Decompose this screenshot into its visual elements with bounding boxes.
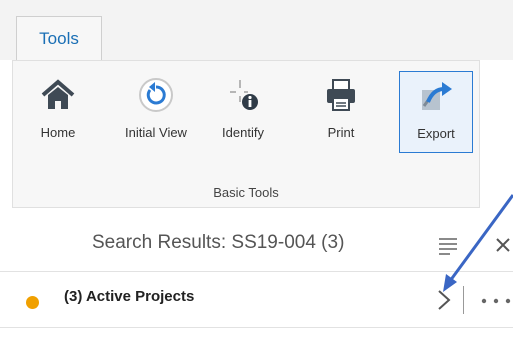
tab-tools-label: Tools [39,28,79,48]
identify-label: Identify [222,125,264,140]
initial-view-label: Initial View [125,125,187,140]
list-item[interactable]: (3) Active Projects [0,272,513,328]
home-icon [38,75,78,115]
group-label-basic-tools: Basic Tools [213,185,279,200]
close-icon[interactable] [494,234,513,256]
export-button[interactable]: Export [399,71,473,153]
basic-tools-group: Home Initial View Identify Print Export … [13,61,479,207]
export-label: Export [417,126,455,141]
search-results-title: Search Results: SS19-004 (3) [92,232,345,253]
export-icon [416,76,456,116]
identify-icon [223,75,263,115]
home-button[interactable]: Home [33,71,83,153]
list-item-label: (3) Active Projects [64,288,195,305]
home-label: Home [40,125,76,140]
status-dot [26,296,39,309]
initial-view-button[interactable]: Initial View [111,71,201,153]
more-options-icon[interactable] [478,286,513,316]
print-icon [321,75,361,115]
search-results-header: Search Results: SS19-004 (3) [0,220,513,272]
tab-strip: Tools [0,0,513,60]
ribbon-panel: Home Initial View Identify Print Export … [12,60,480,208]
print-label: Print [327,125,355,140]
row-divider [463,286,464,314]
identify-button[interactable]: Identify [213,71,273,153]
list-view-icon[interactable] [438,236,458,256]
tab-tools[interactable]: Tools [16,16,102,60]
initial-view-icon [136,75,176,115]
chevron-right-icon[interactable] [436,288,452,312]
print-button[interactable]: Print [319,71,363,153]
